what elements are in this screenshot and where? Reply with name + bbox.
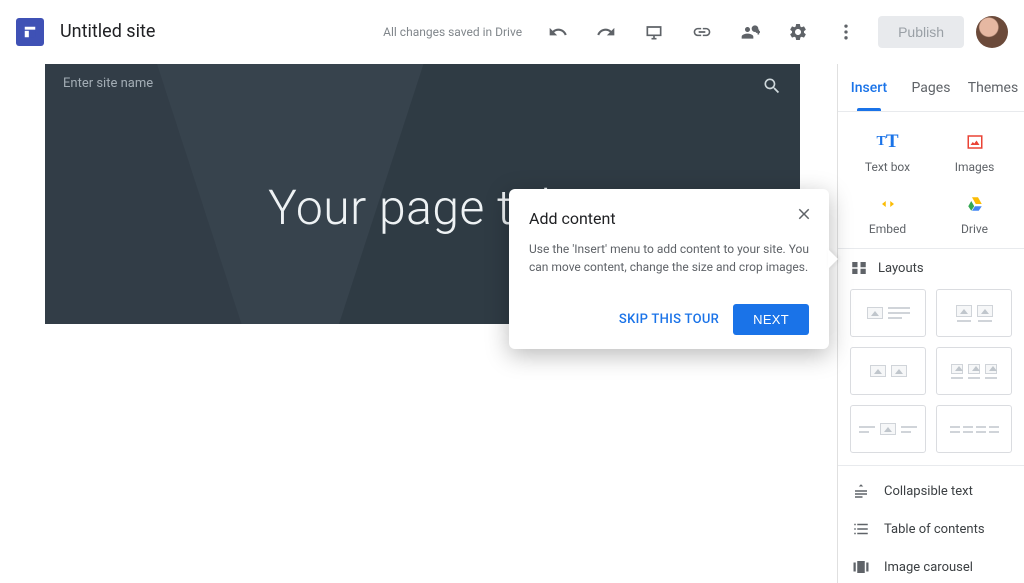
components-list: Collapsible text Table of contents Image… — [838, 465, 1024, 583]
layouts-icon — [850, 259, 868, 277]
share-icon[interactable] — [730, 12, 770, 52]
preview-icon[interactable] — [634, 12, 674, 52]
sidebar-tabs: Insert Pages Themes — [838, 64, 1024, 112]
sidebar: Insert Pages Themes TT Text box Images E… — [837, 64, 1024, 583]
toolbar — [538, 12, 866, 52]
collapsible-icon — [852, 482, 870, 500]
link-icon[interactable] — [682, 12, 722, 52]
images-icon — [965, 130, 985, 154]
app-header: Untitled site All changes saved in Drive… — [0, 0, 1024, 64]
carousel-icon — [852, 558, 870, 576]
publish-button[interactable]: Publish — [878, 16, 964, 48]
site-name-placeholder[interactable]: Enter site name — [63, 76, 153, 91]
popover-title: Add content — [529, 209, 809, 228]
user-avatar[interactable] — [976, 16, 1008, 48]
textbox-icon: TT — [876, 130, 898, 154]
layout-option-6[interactable] — [936, 405, 1012, 453]
insert-images[interactable]: Images — [933, 124, 1016, 182]
insert-drive[interactable]: Drive — [933, 186, 1016, 244]
component-toc[interactable]: Table of contents — [838, 510, 1024, 548]
tab-themes[interactable]: Themes — [962, 64, 1024, 111]
popover-actions: SKIP THIS TOUR NEXT — [529, 304, 809, 335]
popover-arrow — [828, 249, 838, 269]
embed-icon — [877, 192, 899, 216]
insert-embed[interactable]: Embed — [846, 186, 929, 244]
close-icon[interactable] — [795, 205, 813, 227]
layout-option-3[interactable] — [850, 347, 926, 395]
toc-icon — [852, 520, 870, 538]
insert-grid: TT Text box Images Embed Drive — [838, 112, 1024, 248]
tab-pages[interactable]: Pages — [900, 64, 962, 111]
layout-option-2[interactable] — [936, 289, 1012, 337]
skip-tour-button[interactable]: SKIP THIS TOUR — [619, 312, 719, 327]
tour-popover: Add content Use the 'Insert' menu to add… — [509, 189, 829, 349]
tab-insert[interactable]: Insert — [838, 64, 900, 111]
redo-icon[interactable] — [586, 12, 626, 52]
sites-logo-icon[interactable] — [16, 18, 44, 46]
search-icon[interactable] — [762, 76, 782, 100]
layout-option-1[interactable] — [850, 289, 926, 337]
popover-body: Use the 'Insert' menu to add content to … — [529, 240, 809, 276]
layouts-header: Layouts — [838, 248, 1024, 283]
document-title[interactable]: Untitled site — [60, 21, 155, 42]
undo-icon[interactable] — [538, 12, 578, 52]
save-status: All changes saved in Drive — [383, 25, 522, 39]
component-carousel[interactable]: Image carousel — [838, 548, 1024, 583]
insert-textbox[interactable]: TT Text box — [846, 124, 929, 182]
more-icon[interactable] — [826, 12, 866, 52]
next-button[interactable]: NEXT — [733, 304, 809, 335]
layouts-grid — [838, 283, 1024, 465]
layout-option-5[interactable] — [850, 405, 926, 453]
layout-option-4[interactable] — [936, 347, 1012, 395]
settings-icon[interactable] — [778, 12, 818, 52]
component-collapsible-text[interactable]: Collapsible text — [838, 472, 1024, 510]
drive-icon — [965, 192, 985, 216]
